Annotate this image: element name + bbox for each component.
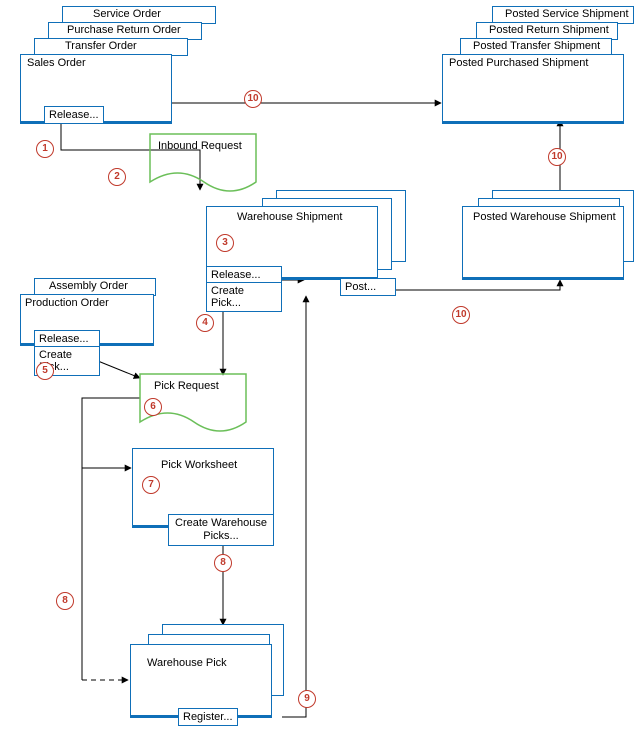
step-badge-3: 3 bbox=[216, 234, 234, 252]
warehouse-pick-card: Warehouse Pick bbox=[130, 644, 272, 718]
purchase-return-order-label: Purchase Return Order bbox=[67, 24, 181, 36]
step-badge-6: 6 bbox=[144, 398, 162, 416]
ws-post-button[interactable]: Post... bbox=[340, 278, 396, 296]
posted-transfer-shipment-label: Posted Transfer Shipment bbox=[473, 40, 600, 52]
posted-service-shipment-label: Posted Service Shipment bbox=[505, 8, 629, 20]
warehouse-pick-label: Warehouse Pick bbox=[147, 657, 227, 669]
posted-return-shipment-label: Posted Return Shipment bbox=[489, 24, 609, 36]
production-order-label: Production Order bbox=[25, 297, 109, 309]
posted-warehouse-shipment-label: Posted Warehouse Shipment bbox=[473, 211, 616, 223]
step-badge-9: 9 bbox=[298, 690, 316, 708]
service-order-label: Service Order bbox=[93, 8, 161, 20]
step-badge-10c: 10 bbox=[452, 306, 470, 324]
step-badge-10b: 10 bbox=[548, 148, 566, 166]
pick-request-label: Pick Request bbox=[154, 380, 219, 392]
sales-order-label: Sales Order bbox=[27, 57, 86, 69]
step-badge-5: 5 bbox=[36, 362, 54, 380]
assembly-order-label: Assembly Order bbox=[49, 280, 128, 292]
pick-worksheet-label: Pick Worksheet bbox=[161, 459, 237, 471]
ws-create-pick-button[interactable]: Create Pick... bbox=[206, 282, 282, 312]
step-badge-8: 8 bbox=[214, 554, 232, 572]
posted-warehouse-shipment-card: Posted Warehouse Shipment bbox=[462, 206, 624, 280]
step-badge-2: 2 bbox=[108, 168, 126, 186]
inbound-request-label: Inbound Request bbox=[158, 140, 242, 152]
posted-purchased-shipment-label: Posted Purchased Shipment bbox=[449, 57, 588, 69]
step-badge-8b: 8 bbox=[56, 592, 74, 610]
transfer-order-label: Transfer Order bbox=[65, 40, 137, 52]
posted-purchased-shipment-card: Posted Purchased Shipment bbox=[442, 54, 624, 124]
warehouse-shipment-label: Warehouse Shipment bbox=[237, 211, 342, 223]
create-warehouse-picks-button[interactable]: Create Warehouse Picks... bbox=[168, 514, 274, 546]
step-badge-1: 1 bbox=[36, 140, 54, 158]
step-badge-7: 7 bbox=[142, 476, 160, 494]
register-button[interactable]: Register... bbox=[178, 708, 238, 726]
release-button[interactable]: Release... bbox=[44, 106, 104, 124]
step-badge-4: 4 bbox=[196, 314, 214, 332]
step-badge-10a: 10 bbox=[244, 90, 262, 108]
